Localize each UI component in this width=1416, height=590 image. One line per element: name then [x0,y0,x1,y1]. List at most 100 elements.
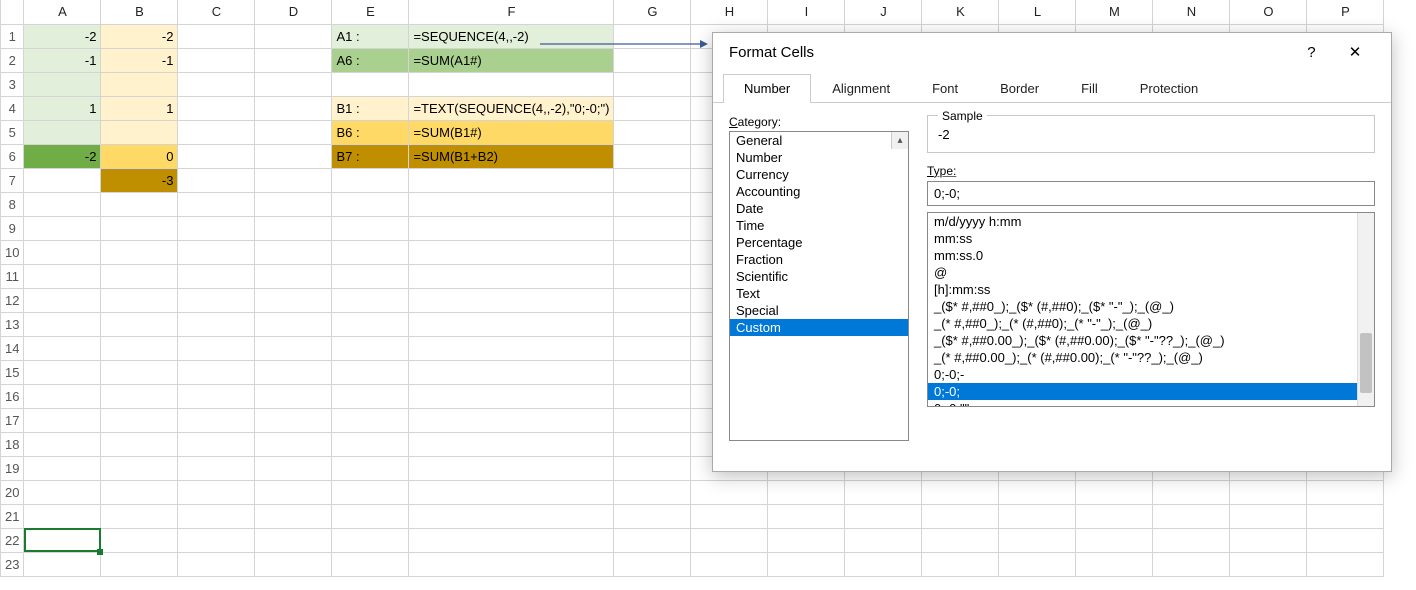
col-header-C[interactable]: C [178,0,255,24]
cell-F6[interactable]: =SUM(B1+B2) [409,144,614,168]
cell-F11[interactable] [409,264,614,288]
format-item[interactable]: 0;-0; [928,383,1374,400]
cell-F13[interactable] [409,312,614,336]
cell-C7[interactable] [178,168,255,192]
cell-L23[interactable] [999,552,1076,576]
cell-C21[interactable] [178,504,255,528]
format-item[interactable]: mm:ss [928,230,1374,247]
cell-N20[interactable] [1153,480,1230,504]
row-header-21[interactable]: 21 [1,504,24,528]
row-header-11[interactable]: 11 [1,264,24,288]
cell-E18[interactable] [332,432,409,456]
cell-P23[interactable] [1307,552,1384,576]
cell-G3[interactable] [614,72,691,96]
format-item[interactable]: mm:ss.0 [928,247,1374,264]
category-listbox[interactable]: ▴ GeneralNumberCurrencyAccountingDateTim… [729,131,909,441]
row-header-17[interactable]: 17 [1,408,24,432]
col-header-P[interactable]: P [1307,0,1384,24]
cell-C17[interactable] [178,408,255,432]
cell-E1[interactable]: A1 : [332,24,409,48]
cell-C13[interactable] [178,312,255,336]
col-header-H[interactable]: H [691,0,768,24]
cell-B17[interactable] [101,408,178,432]
cell-D22[interactable] [255,528,332,552]
tab-number[interactable]: Number [723,74,811,103]
tab-protection[interactable]: Protection [1119,74,1220,103]
tab-font[interactable]: Font [911,74,979,103]
format-item[interactable]: 0;-0;"" [928,400,1374,407]
cell-E13[interactable] [332,312,409,336]
cell-B9[interactable] [101,216,178,240]
col-header-L[interactable]: L [999,0,1076,24]
cell-B6[interactable]: 0 [101,144,178,168]
col-header-M[interactable]: M [1076,0,1153,24]
cell-J22[interactable] [845,528,922,552]
cell-C12[interactable] [178,288,255,312]
cell-G8[interactable] [614,192,691,216]
col-header-O[interactable]: O [1230,0,1307,24]
cell-I20[interactable] [768,480,845,504]
help-button[interactable]: ? [1291,44,1331,61]
cell-M22[interactable] [1076,528,1153,552]
cell-F12[interactable] [409,288,614,312]
cell-C8[interactable] [178,192,255,216]
cell-B20[interactable] [101,480,178,504]
row-header-9[interactable]: 9 [1,216,24,240]
cell-F7[interactable] [409,168,614,192]
cell-D10[interactable] [255,240,332,264]
cell-M20[interactable] [1076,480,1153,504]
cell-A2[interactable]: -1 [24,48,101,72]
cell-A3[interactable] [24,72,101,96]
cell-H20[interactable] [691,480,768,504]
cell-B16[interactable] [101,384,178,408]
cell-D8[interactable] [255,192,332,216]
cell-O20[interactable] [1230,480,1307,504]
category-item[interactable]: Time [730,217,908,234]
cell-B13[interactable] [101,312,178,336]
row-header-4[interactable]: 4 [1,96,24,120]
cell-A6[interactable]: -2 [24,144,101,168]
cell-G21[interactable] [614,504,691,528]
format-item[interactable]: _(* #,##0.00_);_(* (#,##0.00);_(* "-"??_… [928,349,1374,366]
cell-H23[interactable] [691,552,768,576]
cell-P21[interactable] [1307,504,1384,528]
cell-G11[interactable] [614,264,691,288]
col-header-E[interactable]: E [332,0,409,24]
cell-G20[interactable] [614,480,691,504]
cell-G5[interactable] [614,120,691,144]
cell-F3[interactable] [409,72,614,96]
cell-F16[interactable] [409,384,614,408]
tab-alignment[interactable]: Alignment [811,74,911,103]
cell-I23[interactable] [768,552,845,576]
cell-L21[interactable] [999,504,1076,528]
cell-I21[interactable] [768,504,845,528]
row-header-6[interactable]: 6 [1,144,24,168]
cell-C5[interactable] [178,120,255,144]
cell-C4[interactable] [178,96,255,120]
cell-A23[interactable] [24,552,101,576]
cell-F8[interactable] [409,192,614,216]
cell-C16[interactable] [178,384,255,408]
cell-L22[interactable] [999,528,1076,552]
cell-G13[interactable] [614,312,691,336]
cell-D12[interactable] [255,288,332,312]
cell-K20[interactable] [922,480,999,504]
cell-L20[interactable] [999,480,1076,504]
cell-E21[interactable] [332,504,409,528]
close-button[interactable]: ✕ [1335,43,1375,61]
cell-D13[interactable] [255,312,332,336]
format-item[interactable]: m/d/yyyy h:mm [928,213,1374,230]
cell-E11[interactable] [332,264,409,288]
row-header-23[interactable]: 23 [1,552,24,576]
cell-G2[interactable] [614,48,691,72]
category-item[interactable]: General [730,132,908,149]
format-listbox[interactable]: m/d/yyyy h:mmmm:ssmm:ss.0@[h]:mm:ss_($* … [927,212,1375,407]
category-item[interactable]: Fraction [730,251,908,268]
cell-D2[interactable] [255,48,332,72]
scrollbar[interactable] [1357,213,1374,406]
row-header-15[interactable]: 15 [1,360,24,384]
row-header-13[interactable]: 13 [1,312,24,336]
col-header-J[interactable]: J [845,0,922,24]
cell-D23[interactable] [255,552,332,576]
cell-C15[interactable] [178,360,255,384]
